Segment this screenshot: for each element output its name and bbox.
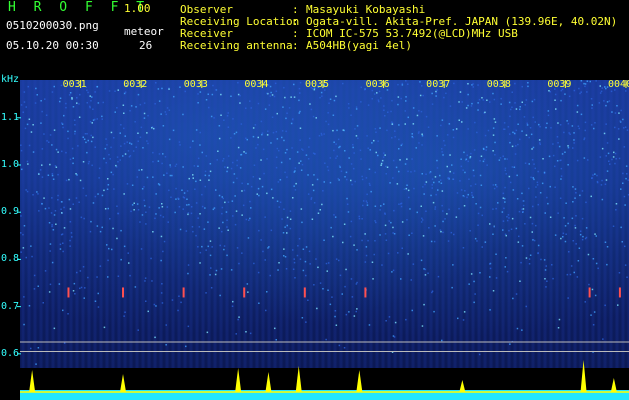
signal-peak: [265, 372, 272, 392]
signal-peak: [29, 370, 36, 392]
minute-label: 0037: [426, 79, 451, 90]
signal-peak: [295, 366, 302, 392]
meteor-echo: [303, 287, 306, 298]
minute-label: 0038: [486, 79, 511, 90]
minute-label: 0035: [304, 79, 330, 90]
meteor-echo: [122, 287, 125, 298]
signal-peak: [610, 378, 617, 392]
minute-label: 0034: [244, 79, 269, 90]
minute-label: 0032: [123, 79, 148, 90]
app-version: 1.00: [124, 2, 151, 15]
antenna-label: Receiving antenna: [180, 39, 293, 52]
minute-label: 0031: [62, 79, 87, 90]
signal-peak: [580, 360, 587, 392]
meteor-count-value: 26: [139, 39, 153, 52]
signal-peak: [120, 374, 127, 392]
meteor-echo: [618, 287, 621, 298]
meteor-echo: [364, 287, 367, 298]
antenna-colon: :: [292, 39, 299, 52]
spectrogram-panel: kHz 1.1 1.0 0.9 0.8 0.7 0.6 0031 0032 0033 0034 0…: [0, 74, 629, 400]
signal-peak: [356, 370, 363, 392]
file-name: 0510200030.png: [6, 19, 99, 32]
datetime: 05.10.20 00:30: [6, 39, 99, 52]
meteor-echo: [243, 287, 246, 298]
meteor-echo: [182, 287, 185, 298]
spectrogram-overlay: [17, 80, 629, 400]
meteor-echo: [67, 287, 70, 298]
meteor-count-label: meteor: [124, 25, 164, 38]
minute-label: 0040: [607, 79, 629, 90]
meteor-echo: [588, 287, 591, 298]
signal-peak: [459, 380, 466, 392]
minute-label: 0033: [183, 79, 208, 90]
minute-label: 0039: [547, 79, 572, 90]
antenna-value: A504HB(yagi 4el): [306, 39, 412, 52]
signal-peak: [235, 368, 242, 392]
spectrogram-noise: [20, 80, 629, 365]
header-panel: H R O F F T 1.00 0510200030.png meteor 0…: [0, 0, 629, 80]
minute-label: 0036: [365, 79, 390, 90]
